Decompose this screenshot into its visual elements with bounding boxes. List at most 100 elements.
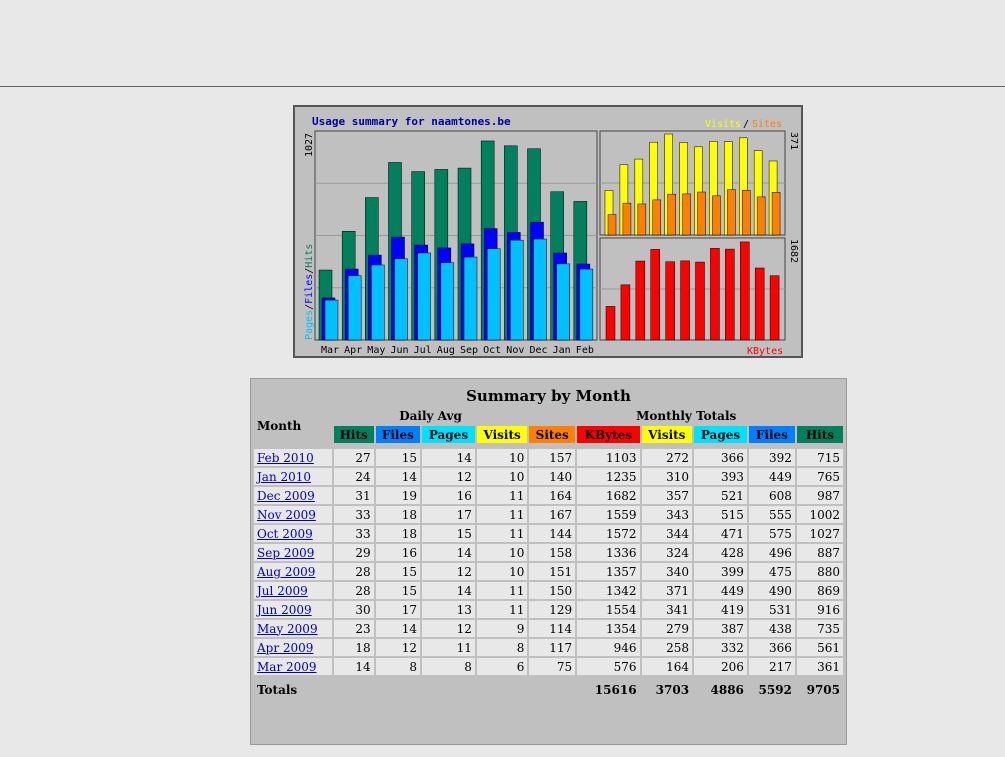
total-cell: 5592 (748, 681, 795, 698)
value-cell: 15 (375, 449, 421, 466)
bar-sites-Apr (622, 202, 632, 236)
value-cell: 399 (694, 563, 747, 580)
bar-pages-Oct (486, 248, 501, 341)
monthly-col-files: Files (748, 426, 795, 443)
bar-kbytes-Mar (605, 306, 616, 341)
value-cell: 10 (476, 449, 528, 466)
daily-col-visits: Visits (476, 426, 528, 443)
month-label-Feb: Feb (576, 345, 594, 356)
month-link[interactable]: Apr 2009 (257, 641, 313, 655)
value-cell: 28 (333, 563, 374, 580)
bar-pages-Sep (463, 256, 478, 341)
month-link[interactable]: Mar 2009 (257, 660, 317, 674)
value-cell: 272 (641, 449, 693, 466)
value-cell: 490 (748, 582, 795, 599)
value-cell: 887 (796, 544, 843, 561)
month-link[interactable]: Sep 2009 (257, 546, 314, 560)
value-cell: 1682 (577, 487, 640, 504)
bar-pages-Nov (510, 239, 524, 341)
month-label-Mar: Mar (321, 345, 339, 356)
value-cell: 1027 (796, 525, 843, 542)
value-cell: 555 (748, 506, 795, 523)
month-cell: Jan 2010 (254, 468, 332, 485)
value-cell: 916 (796, 601, 843, 618)
value-cell: 18 (375, 506, 421, 523)
month-label-Jan: Jan (553, 345, 571, 356)
left-axis-max: 1027 (304, 133, 315, 157)
value-cell: 1002 (796, 506, 843, 523)
bar-sites-Sep (697, 191, 706, 236)
value-cell: 449 (694, 582, 747, 599)
month-link[interactable]: Feb 2010 (257, 451, 314, 465)
bar-pages-Aug (440, 262, 455, 341)
month-link[interactable]: Aug 2009 (257, 565, 315, 579)
monthly-totals-header: Monthly Totals (529, 408, 843, 424)
value-cell: 16 (422, 487, 475, 504)
value-cell: 438 (748, 620, 795, 637)
month-link[interactable]: Dec 2009 (257, 489, 315, 503)
total-cell: 4886 (694, 681, 747, 698)
bar-pages-Dec (533, 238, 547, 341)
value-cell: 735 (796, 620, 843, 637)
bar-pages-Feb (579, 268, 594, 341)
value-cell: 19 (375, 487, 421, 504)
bar-kbytes-Dec (740, 241, 750, 341)
value-cell: 12 (375, 639, 421, 656)
month-link[interactable]: Jun 2009 (257, 603, 312, 617)
month-link[interactable]: Oct 2009 (257, 527, 313, 541)
value-cell: 608 (748, 487, 795, 504)
value-cell: 18 (333, 639, 374, 656)
value-cell: 15 (375, 563, 421, 580)
value-cell: 515 (694, 506, 747, 523)
bar-sites-Feb (771, 192, 781, 236)
bar-sites-Jul (667, 193, 676, 236)
month-link[interactable]: Nov 2009 (257, 508, 316, 522)
value-cell: 10 (476, 544, 528, 561)
value-cell: 324 (641, 544, 693, 561)
value-cell: 29 (333, 544, 374, 561)
value-cell: 17 (422, 506, 475, 523)
value-cell: 279 (641, 620, 693, 637)
value-cell: 946 (577, 639, 640, 656)
value-cell: 15 (422, 525, 475, 542)
monthly-col-hits: Hits (796, 426, 843, 443)
value-cell: 11 (422, 639, 475, 656)
monthly-col-visits: Visits (641, 426, 693, 443)
month-link[interactable]: Jan 2010 (257, 470, 311, 484)
value-cell: 357 (641, 487, 693, 504)
month-link[interactable]: May 2009 (257, 622, 318, 636)
month-cell: Oct 2009 (254, 525, 332, 542)
table-row: May 2009 23 14 12 9 114 1354 279 387 438 735 (254, 620, 843, 637)
value-cell: 496 (748, 544, 795, 561)
month-link[interactable]: Jul 2009 (257, 584, 308, 598)
legend-sites: Sites (752, 119, 782, 130)
daily-avg-header: Daily Avg (333, 408, 528, 424)
bar-kbytes-May (635, 260, 646, 341)
graph-title: Usage summary for naamtones.be (312, 115, 511, 128)
value-cell: 24 (333, 468, 374, 485)
table-row: Mar 2009 14 8 8 6 75 576 164 206 217 361 (254, 658, 843, 675)
value-cell: 144 (529, 525, 576, 542)
summary-table: Summary by Month Month Daily Avg Monthly… (252, 384, 845, 700)
value-cell: 1235 (577, 468, 640, 485)
value-cell: 392 (748, 449, 795, 466)
value-cell: 150 (529, 582, 576, 599)
month-cell: Jul 2009 (254, 582, 332, 599)
month-cell: Sep 2009 (254, 544, 332, 561)
month-label-Apr: Apr (344, 345, 362, 356)
value-cell: 11 (476, 582, 528, 599)
value-cell: 340 (641, 563, 693, 580)
value-cell: 157 (529, 449, 576, 466)
bar-kbytes-Aug (680, 260, 690, 341)
value-cell: 765 (796, 468, 843, 485)
value-cell: 11 (476, 601, 528, 618)
kbytes-label: KBytes (747, 346, 783, 356)
value-cell: 344 (641, 525, 693, 542)
value-cell: 471 (694, 525, 747, 542)
month-label-Nov: Nov (506, 345, 524, 356)
legend-files: Files (304, 274, 315, 304)
value-cell: 393 (694, 468, 747, 485)
value-cell: 880 (796, 563, 843, 580)
month-cell: Feb 2010 (254, 449, 332, 466)
value-cell: 1554 (577, 601, 640, 618)
